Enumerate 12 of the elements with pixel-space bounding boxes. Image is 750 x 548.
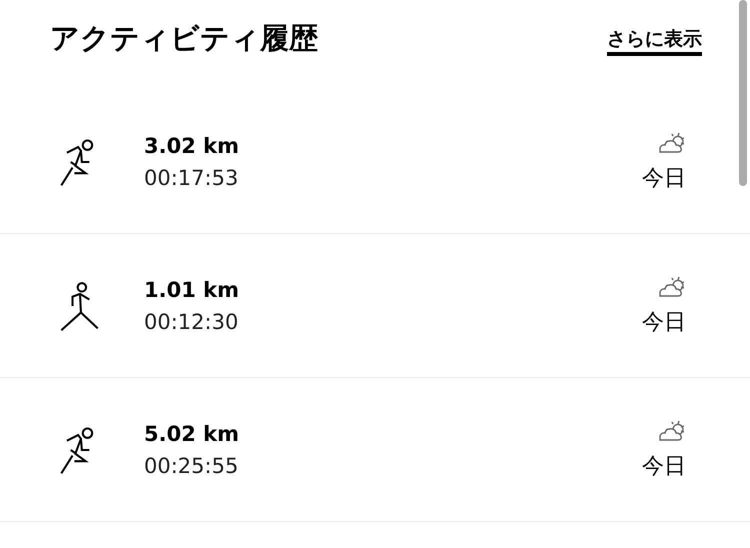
- section-title: アクティビティ履歴: [50, 20, 318, 57]
- scrollbar[interactable]: [739, 0, 747, 186]
- date-text: 今日: [642, 308, 686, 336]
- duration-text: 00:25:55: [144, 454, 240, 478]
- show-more-link[interactable]: さらに表示: [607, 18, 702, 56]
- distance-text: 3.02 km: [144, 134, 240, 158]
- distance-text: 5.02 km: [144, 422, 240, 446]
- date-text: 今日: [642, 452, 686, 480]
- duration-text: 00:17:53: [144, 166, 240, 190]
- date-text: 今日: [642, 164, 686, 192]
- distance-text: 1.01 km: [144, 278, 240, 302]
- duration-text: 00:12:30: [144, 310, 240, 334]
